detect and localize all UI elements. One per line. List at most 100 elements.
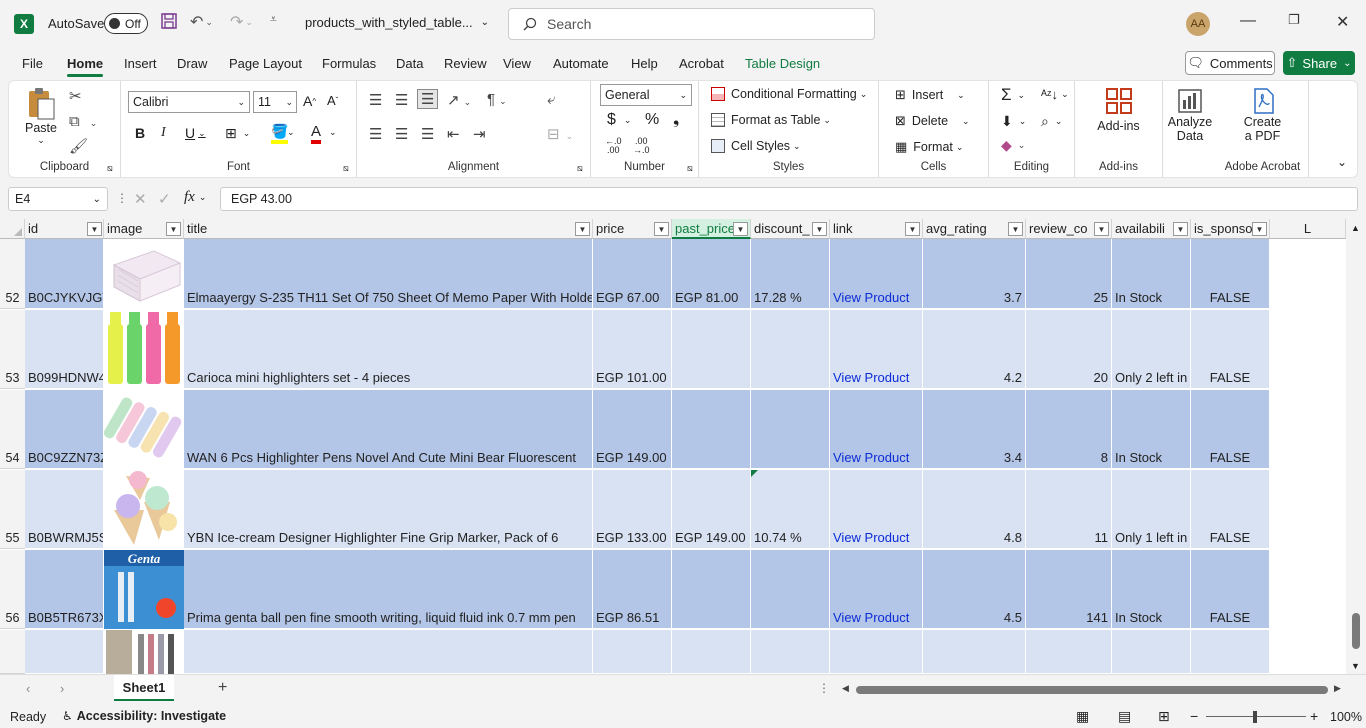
discount-cell[interactable] bbox=[751, 390, 830, 469]
tab-home[interactable]: Home bbox=[67, 56, 104, 77]
error-indicator-icon[interactable] bbox=[751, 470, 758, 477]
decrease-decimal-icon[interactable]: .00 →.0 bbox=[633, 137, 650, 155]
align-bottom-icon[interactable]: ☰ bbox=[417, 89, 439, 109]
review-count-cell[interactable]: 25 bbox=[1026, 239, 1112, 309]
borders-icon[interactable]: ⊞ ⌄ bbox=[225, 125, 250, 142]
availability-cell[interactable]: In Stock bbox=[1112, 239, 1191, 309]
id-cell[interactable]: B0C9ZZN73Z bbox=[25, 390, 104, 469]
row-header[interactable]: 56 bbox=[0, 550, 25, 629]
tab-file[interactable]: File bbox=[22, 56, 43, 71]
column-header-link[interactable]: link ▼ bbox=[830, 219, 923, 239]
table-cell[interactable] bbox=[923, 630, 1026, 674]
discount-cell[interactable]: 17.28 % bbox=[751, 239, 830, 309]
rating-cell[interactable]: 4.2 bbox=[923, 310, 1026, 389]
past-price-cell[interactable]: EGP 149.00 bbox=[672, 470, 751, 549]
filter-dropdown-icon[interactable]: ▼ bbox=[87, 222, 102, 236]
row-header[interactable]: 55 bbox=[0, 470, 25, 549]
create-pdf-button[interactable]: Create a PDF bbox=[1217, 87, 1308, 143]
id-cell[interactable]: B0BWRMJ5S bbox=[25, 470, 104, 549]
past-price-cell[interactable] bbox=[672, 390, 751, 469]
paste-button[interactable]: Paste ⌄ bbox=[25, 87, 57, 146]
column-header-discount[interactable]: discount_ ▼ bbox=[751, 219, 830, 239]
formula-input[interactable]: EGP 43.00 bbox=[220, 187, 1358, 211]
add-sheet-icon[interactable]: + bbox=[218, 679, 227, 697]
cell-styles-button[interactable]: Cell Styles ⌄ bbox=[711, 139, 801, 153]
tab-table-design[interactable]: Table Design bbox=[745, 56, 820, 71]
review-count-cell[interactable]: 8 bbox=[1026, 390, 1112, 469]
filter-dropdown-icon[interactable]: ▼ bbox=[812, 222, 827, 236]
prev-sheet-icon[interactable]: ‹ bbox=[26, 681, 30, 696]
row-header[interactable]: 54 bbox=[0, 390, 25, 469]
format-as-table-button[interactable]: Format as Table ⌄ bbox=[711, 113, 831, 127]
name-box[interactable]: E4 ⌄ bbox=[8, 187, 108, 211]
rtl-icon[interactable]: ¶ ⌄ bbox=[487, 91, 507, 108]
avatar[interactable]: AA bbox=[1186, 12, 1210, 36]
rating-cell[interactable]: 3.7 bbox=[923, 239, 1026, 309]
dialog-launcher-icon[interactable]: ⧅ bbox=[343, 163, 349, 174]
file-name[interactable]: products_with_styled_table... ⌄ bbox=[305, 15, 489, 30]
availability-cell[interactable]: In Stock bbox=[1112, 550, 1191, 629]
row-header[interactable] bbox=[0, 630, 25, 674]
price-cell[interactable]: EGP 86.51 bbox=[593, 550, 672, 629]
column-header-l[interactable]: L bbox=[1270, 219, 1346, 239]
delete-cells-button[interactable]: ⊠ Delete ⌄ bbox=[895, 113, 970, 129]
table-cell[interactable] bbox=[751, 630, 830, 674]
availability-cell[interactable]: Only 1 left in bbox=[1112, 470, 1191, 549]
dialog-launcher-icon[interactable]: ⧅ bbox=[107, 163, 113, 174]
availability-cell[interactable]: In Stock bbox=[1112, 390, 1191, 469]
vertical-scroll-thumb[interactable] bbox=[1352, 613, 1360, 649]
scroll-up-icon[interactable]: ▲ bbox=[1351, 223, 1360, 233]
autosum-icon[interactable]: Σ ⌄ bbox=[1001, 85, 1025, 105]
table-cell[interactable] bbox=[1026, 630, 1112, 674]
comments-button[interactable]: 🗨 Comments bbox=[1185, 51, 1275, 75]
column-header-avg-rating[interactable]: avg_rating ▼ bbox=[923, 219, 1026, 239]
save-icon[interactable] bbox=[160, 12, 178, 30]
analyze-data-button[interactable]: Analyze Data bbox=[1163, 87, 1217, 143]
format-cells-button[interactable]: ▦ Format ⌄ bbox=[895, 139, 963, 155]
price-cell[interactable]: EGP 149.00 bbox=[593, 390, 672, 469]
sheet-tab-sheet1[interactable]: Sheet1 bbox=[114, 675, 174, 701]
rating-cell[interactable]: 4.5 bbox=[923, 550, 1026, 629]
sponsored-cell[interactable]: FALSE bbox=[1191, 470, 1270, 549]
undo-icon[interactable]: ↶ ⌄ bbox=[190, 12, 213, 32]
product-link[interactable]: View Product bbox=[830, 390, 923, 469]
insert-function-icon[interactable]: fx ⌄ bbox=[184, 189, 206, 206]
italic-icon[interactable]: I bbox=[161, 125, 166, 141]
scroll-right-icon[interactable]: ▶ bbox=[1334, 683, 1341, 694]
past-price-cell[interactable] bbox=[672, 310, 751, 389]
next-sheet-icon[interactable]: › bbox=[60, 681, 64, 696]
column-header-past-price[interactable]: past_price ▼ bbox=[672, 219, 751, 239]
table-cell[interactable] bbox=[25, 630, 104, 674]
page-layout-view-icon[interactable]: ▤ bbox=[1118, 708, 1131, 725]
review-count-cell[interactable]: 11 bbox=[1026, 470, 1112, 549]
tab-acrobat[interactable]: Acrobat bbox=[679, 56, 724, 71]
row-header[interactable]: 53 bbox=[0, 310, 25, 389]
availability-cell[interactable]: Only 2 left in bbox=[1112, 310, 1191, 389]
find-select-icon[interactable]: ⌕ ⌄ bbox=[1041, 113, 1062, 130]
product-image-bear-highlighters[interactable] bbox=[104, 390, 184, 469]
share-button[interactable]: ⇧ Share ⌄ bbox=[1283, 51, 1355, 75]
filter-dropdown-icon[interactable]: ▼ bbox=[575, 222, 590, 236]
normal-view-icon[interactable]: ▦ bbox=[1076, 708, 1089, 725]
table-cell[interactable] bbox=[1112, 630, 1191, 674]
product-link[interactable]: View Product bbox=[830, 310, 923, 389]
filter-dropdown-icon[interactable]: ▼ bbox=[1094, 222, 1109, 236]
bold-icon[interactable]: B bbox=[135, 125, 145, 141]
conditional-formatting-button[interactable]: Conditional Formatting ⌄ bbox=[711, 87, 867, 101]
zoom-level[interactable]: 100% bbox=[1330, 710, 1362, 724]
tab-formulas[interactable]: Formulas bbox=[322, 56, 376, 71]
discount-cell[interactable] bbox=[751, 550, 830, 629]
dialog-launcher-icon[interactable]: ⧅ bbox=[577, 163, 583, 174]
product-image-pens[interactable] bbox=[104, 630, 184, 674]
align-left-icon[interactable]: ☰ bbox=[369, 125, 382, 143]
scroll-left-icon[interactable]: ◀ bbox=[842, 683, 849, 694]
more-options-icon[interactable]: ⋮ bbox=[116, 191, 128, 205]
dialog-launcher-icon[interactable]: ⧅ bbox=[687, 163, 693, 174]
increase-indent-icon[interactable]: ⇥ bbox=[473, 125, 486, 143]
enter-icon[interactable]: ✓ bbox=[158, 190, 171, 208]
select-all-corner[interactable] bbox=[0, 219, 25, 239]
comma-style-icon[interactable]: ❟ bbox=[673, 111, 679, 129]
price-cell[interactable]: EGP 67.00 bbox=[593, 239, 672, 309]
price-cell[interactable]: EGP 133.00 bbox=[593, 470, 672, 549]
rating-cell[interactable]: 3.4 bbox=[923, 390, 1026, 469]
